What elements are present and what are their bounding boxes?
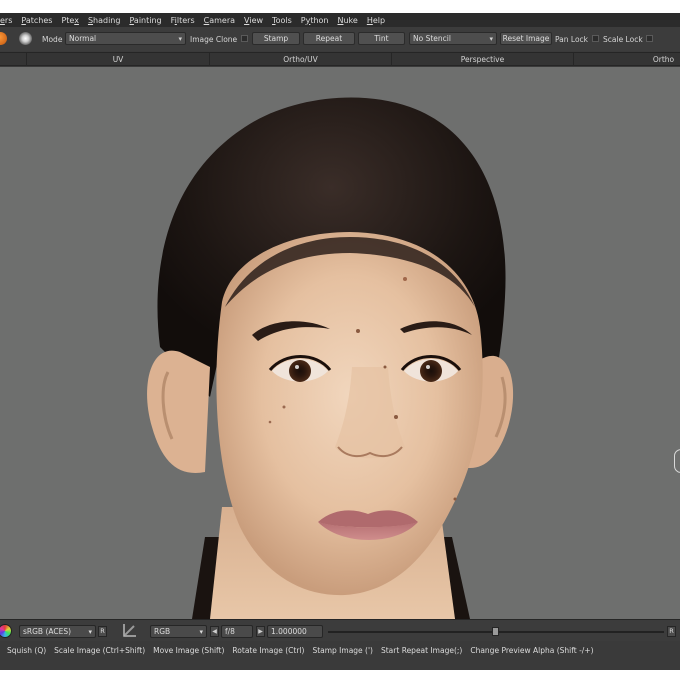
chevron-down-icon: ▾	[489, 35, 493, 43]
colorspace-value: sRGB (ACES)	[23, 627, 72, 636]
menu-item-layers[interactable]: ers	[0, 16, 12, 25]
chevron-down-icon: ▾	[199, 628, 203, 636]
menu-item-tools[interactable]: Tools	[272, 16, 292, 25]
mode-label: Mode	[42, 35, 63, 44]
image-clone-checkbox[interactable]	[241, 35, 248, 42]
menu-bar: ers Patches Ptex Shading Painting Filter…	[0, 13, 680, 27]
scale-lock-label: Scale Lock	[603, 35, 643, 44]
pan-lock-label: Pan Lock	[555, 35, 589, 44]
tab-perspective[interactable]: Perspective	[392, 53, 574, 66]
hint-move-image: Move Image (Shift)	[153, 645, 225, 655]
hint-squish: Squish (Q)	[7, 645, 47, 655]
menu-item-help[interactable]: Help	[367, 16, 385, 25]
fstop-field[interactable]: f/8	[221, 625, 253, 638]
color-management-bar: sRGB (ACES) ▾ R RGB ▾ ◀ f/8 ▶ 1.000000 R	[0, 619, 680, 641]
hint-stamp-image: Stamp Image (')	[312, 645, 373, 655]
paint-through-tool-icon[interactable]	[0, 32, 7, 45]
menu-item-view[interactable]: View	[244, 16, 263, 25]
stencil-value: No Stencil	[413, 34, 451, 43]
scale-lock-checkbox[interactable]	[646, 35, 653, 42]
mari-application-window: ers Patches Ptex Shading Painting Filter…	[0, 13, 680, 670]
stencil-dropdown[interactable]: No Stencil ▾	[409, 32, 497, 45]
menu-item-python[interactable]: Python	[301, 16, 329, 25]
bottom-panel-strip	[0, 658, 680, 670]
menu-item-ptex[interactable]: Ptex	[61, 16, 78, 25]
tab-uv[interactable]: UV	[27, 53, 210, 66]
hint-change-preview-alpha: Change Preview Alpha (Shift -/+)	[470, 645, 594, 655]
reset-image-button[interactable]: Reset Image	[500, 32, 552, 45]
brush-preview-icon[interactable]	[19, 32, 32, 45]
channel-value: RGB	[154, 627, 171, 636]
fstop-decrement-button[interactable]: ◀	[210, 626, 219, 637]
fstop-increment-button[interactable]: ▶	[256, 626, 265, 637]
fstop-value: f/8	[225, 627, 235, 636]
repeat-button[interactable]: Repeat	[303, 32, 355, 45]
tab-ortho-uv[interactable]: Ortho/UV	[210, 53, 392, 66]
chevron-down-icon: ▾	[88, 628, 92, 636]
channel-dropdown[interactable]: RGB ▾	[150, 625, 207, 638]
lut-curve-icon[interactable]	[122, 623, 137, 638]
menu-item-nuke[interactable]: Nuke	[337, 16, 357, 25]
tab-left-partial[interactable]	[0, 53, 27, 66]
menu-item-filters[interactable]: Filters	[171, 16, 195, 25]
stamp-button[interactable]: Stamp	[252, 32, 300, 45]
exposure-slider-handle[interactable]	[492, 627, 499, 636]
menu-item-patches[interactable]: Patches	[21, 16, 52, 25]
menu-item-camera[interactable]: Camera	[204, 16, 235, 25]
colorspace-reset-button[interactable]: R	[98, 626, 107, 637]
mode-dropdown[interactable]: Normal ▾	[65, 32, 186, 45]
hint-scale-image: Scale Image (Ctrl+Shift)	[54, 645, 146, 655]
exposure-reset-button[interactable]: R	[667, 626, 676, 637]
menu-item-painting[interactable]: Painting	[129, 16, 161, 25]
3d-viewport[interactable]	[0, 67, 680, 619]
image-clone-label: Image Clone	[190, 35, 238, 44]
chevron-down-icon: ▾	[178, 35, 182, 43]
paint-through-toolbar: Mode Normal ▾ Image Clone Stamp Repeat T…	[0, 27, 680, 51]
colorspace-dropdown[interactable]: sRGB (ACES) ▾	[19, 625, 96, 638]
pan-lock-checkbox[interactable]	[592, 35, 599, 42]
viewport-edge-handle[interactable]	[674, 449, 680, 473]
hint-rotate-image: Rotate Image (Ctrl)	[232, 645, 305, 655]
exposure-value: 1.000000	[271, 627, 307, 636]
tab-ortho[interactable]: Ortho	[574, 53, 680, 66]
mode-value: Normal	[69, 34, 97, 43]
hint-start-repeat-image: Start Repeat Image(;)	[380, 645, 463, 655]
head-model	[147, 97, 514, 619]
tint-button[interactable]: Tint	[358, 32, 405, 45]
menu-item-shading[interactable]: Shading	[88, 16, 121, 25]
shortcut-hints-bar: Squish (Q) Scale Image (Ctrl+Shift) Move…	[0, 642, 680, 658]
color-wheel-icon[interactable]	[0, 624, 12, 638]
viewport-tabs: UV Ortho/UV Perspective Ortho	[0, 52, 680, 66]
exposure-field[interactable]: 1.000000	[267, 625, 323, 638]
